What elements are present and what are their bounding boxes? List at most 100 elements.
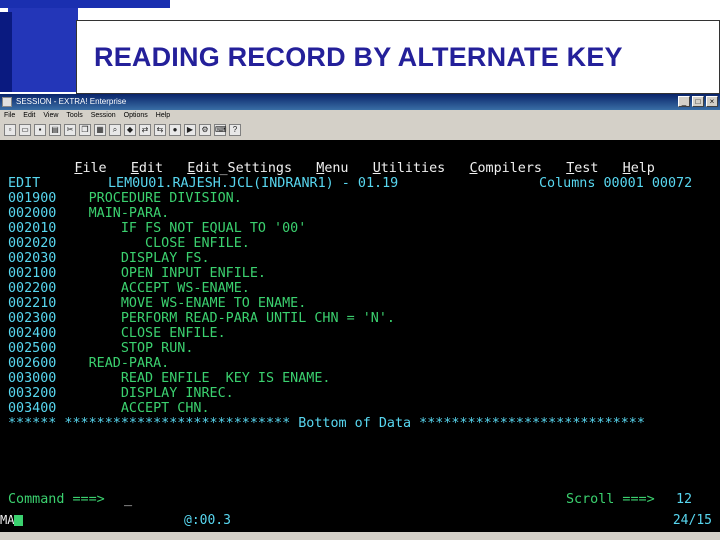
line-text[interactable]: ACCEPT CHN. (56, 401, 210, 416)
code-line[interactable]: 003400 ACCEPT CHN. (8, 401, 210, 416)
code-line[interactable]: 002030 DISPLAY FS. (8, 251, 210, 266)
edit-mode-label: EDIT (8, 176, 41, 191)
line-number[interactable]: 002500 (8, 341, 56, 356)
columns-indicator: Columns 00001 00072 (539, 176, 693, 191)
line-text[interactable]: MAIN-PARA. (56, 206, 170, 221)
line-text[interactable]: ACCEPT WS-ENAME. (56, 281, 250, 296)
menu-edit[interactable]: Edit (23, 110, 35, 122)
ispf-menubar: File Edit Edit_Settings Menu Utilities C… (26, 146, 655, 176)
ispf-menu-help[interactable]: Help (623, 161, 655, 176)
line-number[interactable]: 002030 (8, 251, 56, 266)
code-line[interactable]: 002210 MOVE WS-ENAME TO ENAME. (8, 296, 306, 311)
menu-help[interactable]: Help (156, 110, 170, 122)
record-icon[interactable]: ● (169, 124, 181, 136)
cut-icon[interactable]: ✂ (64, 124, 76, 136)
slide-title: READING RECORD BY ALTERNATE KEY (94, 42, 623, 72)
play-icon[interactable]: ▶ (184, 124, 196, 136)
code-line[interactable]: 002020 CLOSE ENFILE. (8, 236, 250, 251)
code-line[interactable]: 003000 READ ENFILE KEY IS ENAME. (8, 371, 330, 386)
line-text[interactable]: PROCEDURE DIVISION. (56, 191, 242, 206)
code-line[interactable]: 002100 OPEN INPUT ENFILE. (8, 266, 266, 281)
cursor-indicator (14, 515, 24, 526)
print-icon[interactable]: ▤ (49, 124, 61, 136)
line-number[interactable]: 003400 (8, 401, 56, 416)
close-button[interactable]: × (706, 96, 718, 107)
line-number[interactable]: 002020 (8, 236, 56, 251)
line-number[interactable]: 002210 (8, 296, 56, 311)
code-line[interactable]: 002400 CLOSE ENFILE. (8, 326, 226, 341)
status-cursor-position: 24/15 (672, 513, 712, 528)
ispf-menu-edit-settings[interactable]: Edit_Settings (187, 161, 292, 176)
line-text[interactable]: STOP RUN. (56, 341, 194, 356)
bottom-of-data-line: ****** **************************** Bott… (8, 416, 645, 431)
ispf-menu-edit[interactable]: Edit (131, 161, 163, 176)
command-label: Command ===> (8, 492, 105, 507)
line-number[interactable]: 002010 (8, 221, 56, 236)
ispf-menu-file[interactable]: File (74, 161, 106, 176)
code-line[interactable]: 002200 ACCEPT WS-ENAME. (8, 281, 250, 296)
window-menubar: File Edit View Tools Session Options Hel… (0, 110, 720, 122)
line-number[interactable]: 002400 (8, 326, 56, 341)
terminal-screen[interactable]: File Edit Edit_Settings Menu Utilities C… (0, 140, 720, 534)
window-bottom-border (0, 532, 720, 538)
menu-tools[interactable]: Tools (66, 110, 82, 122)
line-text[interactable]: CLOSE ENFILE. (56, 236, 250, 251)
code-line[interactable]: 002600 READ-PARA. (8, 356, 169, 371)
line-number[interactable]: 003200 (8, 386, 56, 401)
slide-corner-decoration (8, 8, 78, 92)
line-text[interactable]: DISPLAY INREC. (56, 386, 234, 401)
line-number[interactable]: 001900 (8, 191, 56, 206)
keyboard-icon[interactable]: ⌨ (214, 124, 227, 136)
connect-icon[interactable]: ⇄ (139, 124, 151, 136)
copy-icon[interactable]: ❐ (79, 124, 91, 136)
line-text[interactable]: MOVE WS-ENAME TO ENAME. (56, 296, 306, 311)
help-icon[interactable]: ? (229, 124, 241, 136)
line-text[interactable]: READ ENFILE KEY IS ENAME. (56, 371, 331, 386)
menu-view[interactable]: View (43, 110, 58, 122)
open-icon[interactable]: ▭ (19, 124, 31, 136)
save-icon[interactable]: ▪ (34, 124, 46, 136)
scroll-input[interactable]: 12 (676, 492, 692, 507)
line-text[interactable]: PERFORM READ-PARA UNTIL CHN = 'N'. (56, 311, 395, 326)
status-mode: MA (0, 513, 24, 527)
line-number[interactable]: 002200 (8, 281, 56, 296)
command-input[interactable]: _ (124, 492, 132, 507)
menu-file[interactable]: File (4, 110, 15, 122)
window-titlebar[interactable]: SESSION - EXTRA! Enterprise _ □ × (0, 94, 720, 110)
window-title: SESSION - EXTRA! Enterprise (16, 97, 127, 106)
ispf-menu-test[interactable]: Test (566, 161, 598, 176)
line-number[interactable]: 002300 (8, 311, 56, 326)
line-number[interactable]: 002600 (8, 356, 56, 371)
paste-icon[interactable]: ▦ (94, 124, 106, 136)
line-number[interactable]: 002100 (8, 266, 56, 281)
code-line[interactable]: 002500 STOP RUN. (8, 341, 193, 356)
ispf-menu-menu[interactable]: Menu (316, 161, 348, 176)
window-toolbar: ▫ ▭ ▪ ▤ ✂ ❐ ▦ ⌕ ◆ ⇄ ⇆ ● ▶ ⚙ ⌨ ? (0, 122, 720, 138)
find-icon[interactable]: ⌕ (109, 124, 121, 136)
line-text[interactable]: OPEN INPUT ENFILE. (56, 266, 266, 281)
ispf-menu-compilers[interactable]: Compilers (469, 161, 542, 176)
macro-icon[interactable]: ◆ (124, 124, 136, 136)
code-line[interactable]: 002000 MAIN-PARA. (8, 206, 169, 221)
terminal-emulator-window: SESSION - EXTRA! Enterprise _ □ × File E… (0, 94, 720, 540)
code-line[interactable]: 003200 DISPLAY INREC. (8, 386, 234, 401)
code-line[interactable]: 002010 IF FS NOT EQUAL TO '00' (8, 221, 306, 236)
line-number[interactable]: 003000 (8, 371, 56, 386)
line-text[interactable]: DISPLAY FS. (56, 251, 210, 266)
maximize-button[interactable]: □ (692, 96, 704, 107)
terminal-status-bar: MA @:00.3 24/15 (0, 512, 720, 528)
disconnect-icon[interactable]: ⇆ (154, 124, 166, 136)
app-icon (2, 97, 12, 107)
code-line[interactable]: 002300 PERFORM READ-PARA UNTIL CHN = 'N'… (8, 311, 395, 326)
menu-session[interactable]: Session (91, 110, 116, 122)
line-text[interactable]: READ-PARA. (56, 356, 170, 371)
line-number[interactable]: 002000 (8, 206, 56, 221)
ispf-menu-utilities[interactable]: Utilities (373, 161, 446, 176)
menu-options[interactable]: Options (124, 110, 148, 122)
line-text[interactable]: CLOSE ENFILE. (56, 326, 226, 341)
settings-icon[interactable]: ⚙ (199, 124, 211, 136)
code-line[interactable]: 001900 PROCEDURE DIVISION. (8, 191, 242, 206)
minimize-button[interactable]: _ (678, 96, 690, 107)
line-text[interactable]: IF FS NOT EQUAL TO '00' (56, 221, 306, 236)
new-icon[interactable]: ▫ (4, 124, 16, 136)
